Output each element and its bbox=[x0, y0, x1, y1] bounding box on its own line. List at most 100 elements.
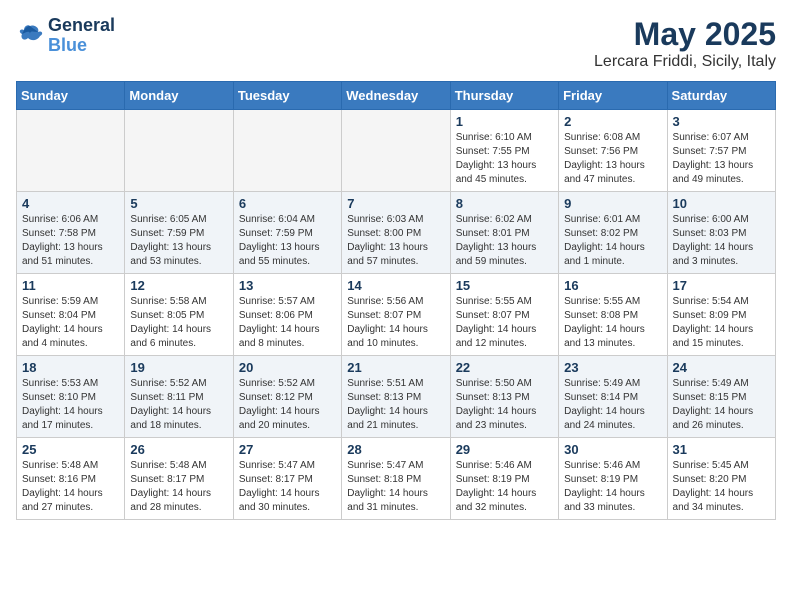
calendar-cell: 19 Sunrise: 5:52 AM Sunset: 8:11 PM Dayli… bbox=[125, 356, 233, 438]
calendar-week-row: 1 Sunrise: 6:10 AM Sunset: 7:55 PM Daylig… bbox=[17, 110, 776, 192]
day-number: 14 bbox=[347, 278, 444, 293]
day-number: 24 bbox=[673, 360, 770, 375]
weekday-header: Friday bbox=[559, 82, 667, 110]
calendar-cell: 2 Sunrise: 6:08 AM Sunset: 7:56 PM Daylig… bbox=[559, 110, 667, 192]
calendar-cell: 24 Sunrise: 5:49 AM Sunset: 8:15 PM Dayli… bbox=[667, 356, 775, 438]
calendar-cell: 1 Sunrise: 6:10 AM Sunset: 7:55 PM Daylig… bbox=[450, 110, 558, 192]
calendar-week-row: 4 Sunrise: 6:06 AM Sunset: 7:58 PM Daylig… bbox=[17, 192, 776, 274]
day-number: 20 bbox=[239, 360, 336, 375]
calendar-cell bbox=[342, 110, 450, 192]
day-info: Sunrise: 5:52 AM Sunset: 8:12 PM Dayligh… bbox=[239, 377, 336, 433]
day-info: Sunrise: 5:56 AM Sunset: 8:07 PM Dayligh… bbox=[347, 295, 444, 351]
day-info: Sunrise: 5:53 AM Sunset: 8:10 PM Dayligh… bbox=[22, 377, 119, 433]
calendar-cell: 27 Sunrise: 5:47 AM Sunset: 8:17 PM Dayli… bbox=[233, 438, 341, 520]
day-info: Sunrise: 6:01 AM Sunset: 8:02 PM Dayligh… bbox=[564, 213, 661, 269]
calendar-cell: 9Sunrise: 6:01 AM Sunset: 8:02 PM Daylig… bbox=[559, 192, 667, 274]
calendar-cell bbox=[125, 110, 233, 192]
header-row: SundayMondayTuesdayWednesdayThursdayFrid… bbox=[17, 82, 776, 110]
calendar-cell: 8Sunrise: 6:02 AM Sunset: 8:01 PM Daylig… bbox=[450, 192, 558, 274]
calendar-cell: 6 Sunrise: 6:04 AM Sunset: 7:59 PM Daylig… bbox=[233, 192, 341, 274]
day-number: 26 bbox=[130, 442, 227, 457]
day-number: 15 bbox=[456, 278, 553, 293]
calendar-cell: 22 Sunrise: 5:50 AM Sunset: 8:13 PM Dayli… bbox=[450, 356, 558, 438]
day-info: Sunrise: 5:52 AM Sunset: 8:11 PM Dayligh… bbox=[130, 377, 227, 433]
day-info: Sunrise: 5:55 AM Sunset: 8:07 PM Dayligh… bbox=[456, 295, 553, 351]
logo-icon bbox=[16, 22, 44, 50]
calendar-cell: 15 Sunrise: 5:55 AM Sunset: 8:07 PM Dayli… bbox=[450, 274, 558, 356]
weekday-header: Sunday bbox=[17, 82, 125, 110]
day-number: 27 bbox=[239, 442, 336, 457]
day-number: 25 bbox=[22, 442, 119, 457]
day-number: 17 bbox=[673, 278, 770, 293]
calendar-cell: 21Sunrise: 5:51 AM Sunset: 8:13 PM Dayli… bbox=[342, 356, 450, 438]
day-info: Sunrise: 5:46 AM Sunset: 8:19 PM Dayligh… bbox=[456, 459, 553, 515]
calendar-subtitle: Lercara Friddi, Sicily, Italy bbox=[594, 53, 776, 71]
day-number: 30 bbox=[564, 442, 661, 457]
header: General Blue May 2025 Lercara Friddi, Si… bbox=[16, 16, 776, 71]
calendar-cell: 5 Sunrise: 6:05 AM Sunset: 7:59 PM Daylig… bbox=[125, 192, 233, 274]
calendar-cell: 30 Sunrise: 5:46 AM Sunset: 8:19 PM Dayli… bbox=[559, 438, 667, 520]
calendar-cell: 13Sunrise: 5:57 AM Sunset: 8:06 PM Dayli… bbox=[233, 274, 341, 356]
day-info: Sunrise: 5:45 AM Sunset: 8:20 PM Dayligh… bbox=[673, 459, 770, 515]
calendar-cell bbox=[233, 110, 341, 192]
day-number: 12 bbox=[130, 278, 227, 293]
day-info: Sunrise: 5:48 AM Sunset: 8:16 PM Dayligh… bbox=[22, 459, 119, 515]
calendar-cell: 12Sunrise: 5:58 AM Sunset: 8:05 PM Dayli… bbox=[125, 274, 233, 356]
weekday-header: Thursday bbox=[450, 82, 558, 110]
day-info: Sunrise: 6:07 AM Sunset: 7:57 PM Dayligh… bbox=[673, 131, 770, 187]
calendar-cell: 20 Sunrise: 5:52 AM Sunset: 8:12 PM Dayli… bbox=[233, 356, 341, 438]
day-info: Sunrise: 5:47 AM Sunset: 8:17 PM Dayligh… bbox=[239, 459, 336, 515]
day-number: 10 bbox=[673, 196, 770, 211]
day-info: Sunrise: 5:47 AM Sunset: 8:18 PM Dayligh… bbox=[347, 459, 444, 515]
day-info: Sunrise: 5:46 AM Sunset: 8:19 PM Dayligh… bbox=[564, 459, 661, 515]
calendar-cell: 3 Sunrise: 6:07 AM Sunset: 7:57 PM Daylig… bbox=[667, 110, 775, 192]
calendar-cell: 29 Sunrise: 5:46 AM Sunset: 8:19 PM Dayli… bbox=[450, 438, 558, 520]
weekday-header: Monday bbox=[125, 82, 233, 110]
day-number: 22 bbox=[456, 360, 553, 375]
day-info: Sunrise: 6:06 AM Sunset: 7:58 PM Dayligh… bbox=[22, 213, 119, 269]
calendar-cell: 16Sunrise: 5:55 AM Sunset: 8:08 PM Dayli… bbox=[559, 274, 667, 356]
calendar-week-row: 11 Sunrise: 5:59 AM Sunset: 8:04 PM Dayli… bbox=[17, 274, 776, 356]
day-number: 11 bbox=[22, 278, 119, 293]
calendar-cell: 28 Sunrise: 5:47 AM Sunset: 8:18 PM Dayli… bbox=[342, 438, 450, 520]
calendar-cell: 17 Sunrise: 5:54 AM Sunset: 8:09 PM Dayli… bbox=[667, 274, 775, 356]
calendar-week-row: 25 Sunrise: 5:48 AM Sunset: 8:16 PM Dayli… bbox=[17, 438, 776, 520]
day-number: 19 bbox=[130, 360, 227, 375]
day-number: 6 bbox=[239, 196, 336, 211]
day-info: Sunrise: 5:54 AM Sunset: 8:09 PM Dayligh… bbox=[673, 295, 770, 351]
calendar-cell: 10 Sunrise: 6:00 AM Sunset: 8:03 PM Dayli… bbox=[667, 192, 775, 274]
day-number: 13 bbox=[239, 278, 336, 293]
title-area: May 2025 Lercara Friddi, Sicily, Italy bbox=[594, 16, 776, 71]
day-number: 2 bbox=[564, 114, 661, 129]
day-info: Sunrise: 5:48 AM Sunset: 8:17 PM Dayligh… bbox=[130, 459, 227, 515]
calendar-cell: 7 Sunrise: 6:03 AM Sunset: 8:00 PM Daylig… bbox=[342, 192, 450, 274]
day-number: 7 bbox=[347, 196, 444, 211]
day-number: 1 bbox=[456, 114, 553, 129]
weekday-header: Tuesday bbox=[233, 82, 341, 110]
day-number: 4 bbox=[22, 196, 119, 211]
logo: General Blue bbox=[16, 16, 115, 56]
day-number: 16 bbox=[564, 278, 661, 293]
day-number: 28 bbox=[347, 442, 444, 457]
calendar-table: SundayMondayTuesdayWednesdayThursdayFrid… bbox=[16, 81, 776, 520]
day-number: 31 bbox=[673, 442, 770, 457]
day-info: Sunrise: 5:49 AM Sunset: 8:14 PM Dayligh… bbox=[564, 377, 661, 433]
day-info: Sunrise: 6:04 AM Sunset: 7:59 PM Dayligh… bbox=[239, 213, 336, 269]
day-info: Sunrise: 6:03 AM Sunset: 8:00 PM Dayligh… bbox=[347, 213, 444, 269]
day-number: 3 bbox=[673, 114, 770, 129]
weekday-header: Wednesday bbox=[342, 82, 450, 110]
day-info: Sunrise: 5:50 AM Sunset: 8:13 PM Dayligh… bbox=[456, 377, 553, 433]
day-number: 5 bbox=[130, 196, 227, 211]
calendar-title: May 2025 bbox=[594, 16, 776, 53]
day-number: 8 bbox=[456, 196, 553, 211]
calendar-cell: 14 Sunrise: 5:56 AM Sunset: 8:07 PM Dayli… bbox=[342, 274, 450, 356]
day-info: Sunrise: 5:59 AM Sunset: 8:04 PM Dayligh… bbox=[22, 295, 119, 351]
day-info: Sunrise: 6:05 AM Sunset: 7:59 PM Dayligh… bbox=[130, 213, 227, 269]
calendar-week-row: 18Sunrise: 5:53 AM Sunset: 8:10 PM Dayli… bbox=[17, 356, 776, 438]
day-info: Sunrise: 5:49 AM Sunset: 8:15 PM Dayligh… bbox=[673, 377, 770, 433]
day-info: Sunrise: 6:10 AM Sunset: 7:55 PM Dayligh… bbox=[456, 131, 553, 187]
day-info: Sunrise: 6:00 AM Sunset: 8:03 PM Dayligh… bbox=[673, 213, 770, 269]
day-info: Sunrise: 6:08 AM Sunset: 7:56 PM Dayligh… bbox=[564, 131, 661, 187]
day-number: 29 bbox=[456, 442, 553, 457]
weekday-header: Saturday bbox=[667, 82, 775, 110]
